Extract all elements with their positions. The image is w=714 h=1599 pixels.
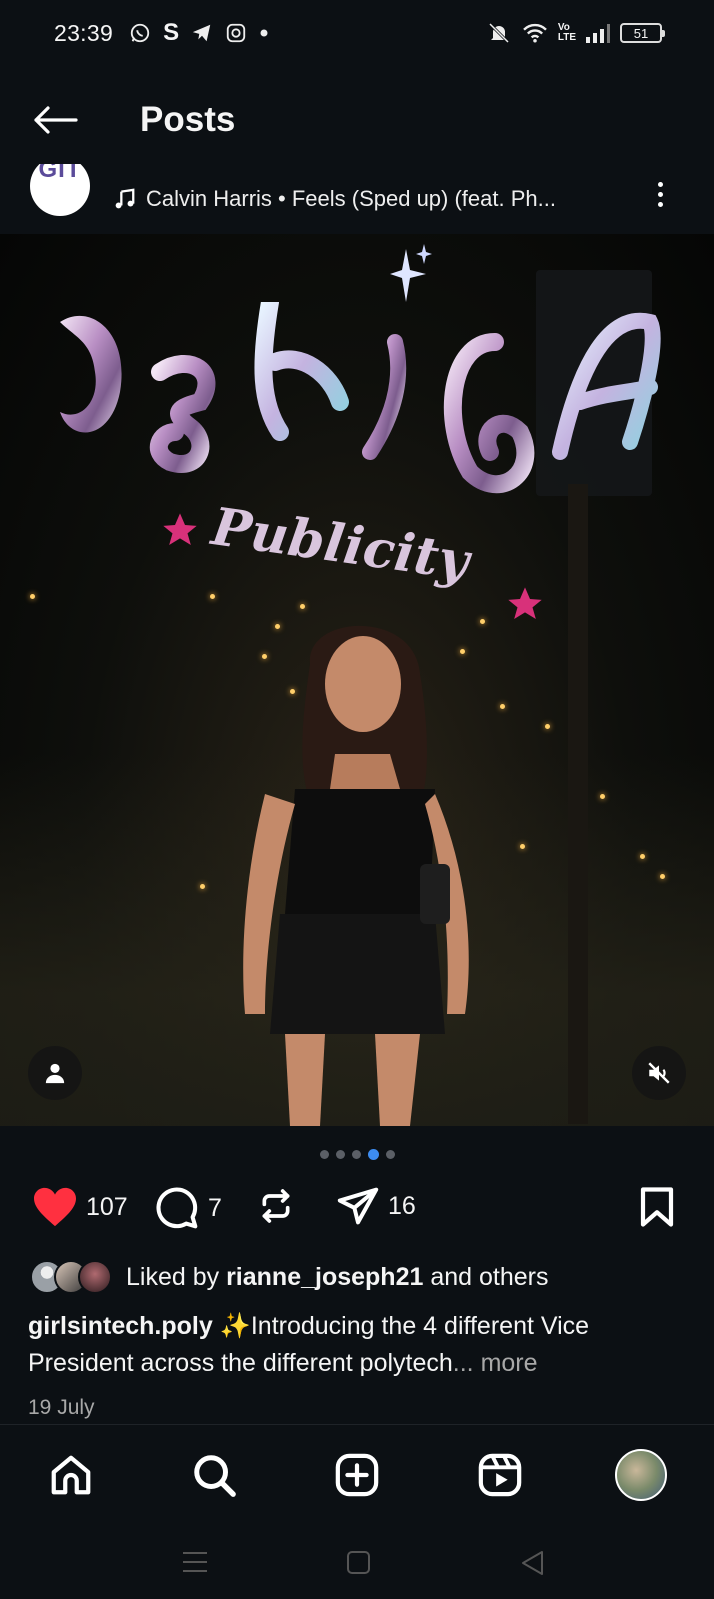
comment-count: 7 [208,1193,222,1222]
bookmark-icon [640,1187,674,1227]
signal-icon [585,23,611,43]
post-header: GIT Calvin Harris • Feels (Sped up) (fea… [0,164,714,234]
music-attribution[interactable]: Calvin Harris • Feels (Sped up) (feat. P… [114,186,556,212]
person-icon [45,1063,65,1084]
more-vertical-icon [657,181,663,187]
author-avatar[interactable]: GIT [30,164,90,216]
wifi-icon [521,22,549,44]
liked-by-username[interactable]: rianne_joseph21 [226,1263,423,1291]
pink-star-icon [163,513,197,545]
pink-star-icon [508,587,542,619]
liked-by-row[interactable]: Liked by rianne_joseph21 and others [30,1260,548,1294]
avatar [78,1260,112,1294]
home-system-button[interactable] [346,1550,372,1581]
telegram-icon [191,22,213,44]
whatsapp-icon [129,22,151,44]
send-icon [337,1187,379,1225]
battery-indicator: 51 [620,23,665,43]
status-time: 23:39 [54,19,114,46]
like-button[interactable]: 107 [32,1186,128,1228]
search-icon [194,1455,236,1497]
svg-text:Publicity: Publicity [206,504,476,593]
carousel-dot [319,1150,329,1159]
notification-icons: S [129,19,269,47]
volte-icon: Vo LTE [557,22,576,43]
status-bar: 23:39 S Vo LTE 51 [0,0,714,66]
reels-icon [478,1453,522,1497]
nav-home[interactable] [45,1449,97,1501]
recent-apps-button[interactable] [182,1550,208,1579]
nav-create[interactable] [331,1449,383,1501]
repost-button[interactable] [256,1186,296,1226]
caption-username[interactable]: girlsintech.poly [28,1312,213,1340]
system-navigation-bar [0,1542,714,1599]
comment-icon [156,1187,198,1229]
carousel-dot [335,1150,345,1159]
liker-avatars [30,1260,112,1294]
carousel-dot [385,1150,395,1159]
s-app-icon: S [163,19,180,46]
add-post-icon [335,1453,379,1497]
home-icon [51,1455,91,1495]
post-actions: 107 7 16 [0,1186,714,1242]
author-avatar-logo: GIT [38,164,82,183]
save-button[interactable] [638,1186,676,1228]
carousel-dot-active [367,1149,379,1160]
mute-toggle-button[interactable] [632,1046,686,1100]
nav-reels[interactable] [474,1449,526,1501]
triangle-back-icon [522,1551,543,1575]
music-track: Calvin Harris • Feels (Sped up) (feat. P… [146,186,556,211]
caption-more-link[interactable]: ... more [453,1349,538,1377]
heart-icon [34,1187,76,1227]
denisa-title-graphic [60,302,661,494]
post-caption: girlsintech.poly ✨Introducing the 4 diff… [28,1308,688,1382]
bottom-navigation [0,1424,714,1542]
page-title: Posts [140,100,236,139]
publicity-graphic: Publicity [206,504,476,593]
dot-icon [259,28,269,38]
back-button[interactable] [30,95,80,145]
person-photo [243,625,469,1126]
instagram-icon [225,22,247,44]
profile-avatar [615,1449,667,1501]
music-note-icon [115,188,135,209]
comment-button[interactable]: 7 [154,1186,222,1230]
liked-by-text: Liked by rianne_joseph21 and others [126,1262,549,1291]
share-count: 16 [388,1191,416,1220]
post-options-button[interactable] [650,174,670,214]
nav-profile[interactable] [615,1449,667,1501]
user-tags-button[interactable] [28,1046,82,1100]
back-system-button[interactable] [520,1550,546,1581]
share-button[interactable]: 16 [336,1186,416,1226]
post-date: 19 July [28,1396,95,1419]
muted-speaker-icon [648,1062,670,1084]
mute-bell-icon [486,21,512,45]
like-count[interactable]: 107 [86,1193,128,1222]
sparkle-icon [390,244,432,302]
back-arrow-icon [34,106,78,134]
repost-icon [262,1189,290,1223]
nav-search[interactable] [188,1449,240,1501]
carousel-dot [351,1150,361,1159]
menu-lines-icon [183,1552,207,1572]
app-header: Posts [0,86,714,154]
square-icon [347,1551,370,1574]
post-image[interactable]: Publicity [0,234,714,1126]
carousel-indicator [0,1149,714,1160]
